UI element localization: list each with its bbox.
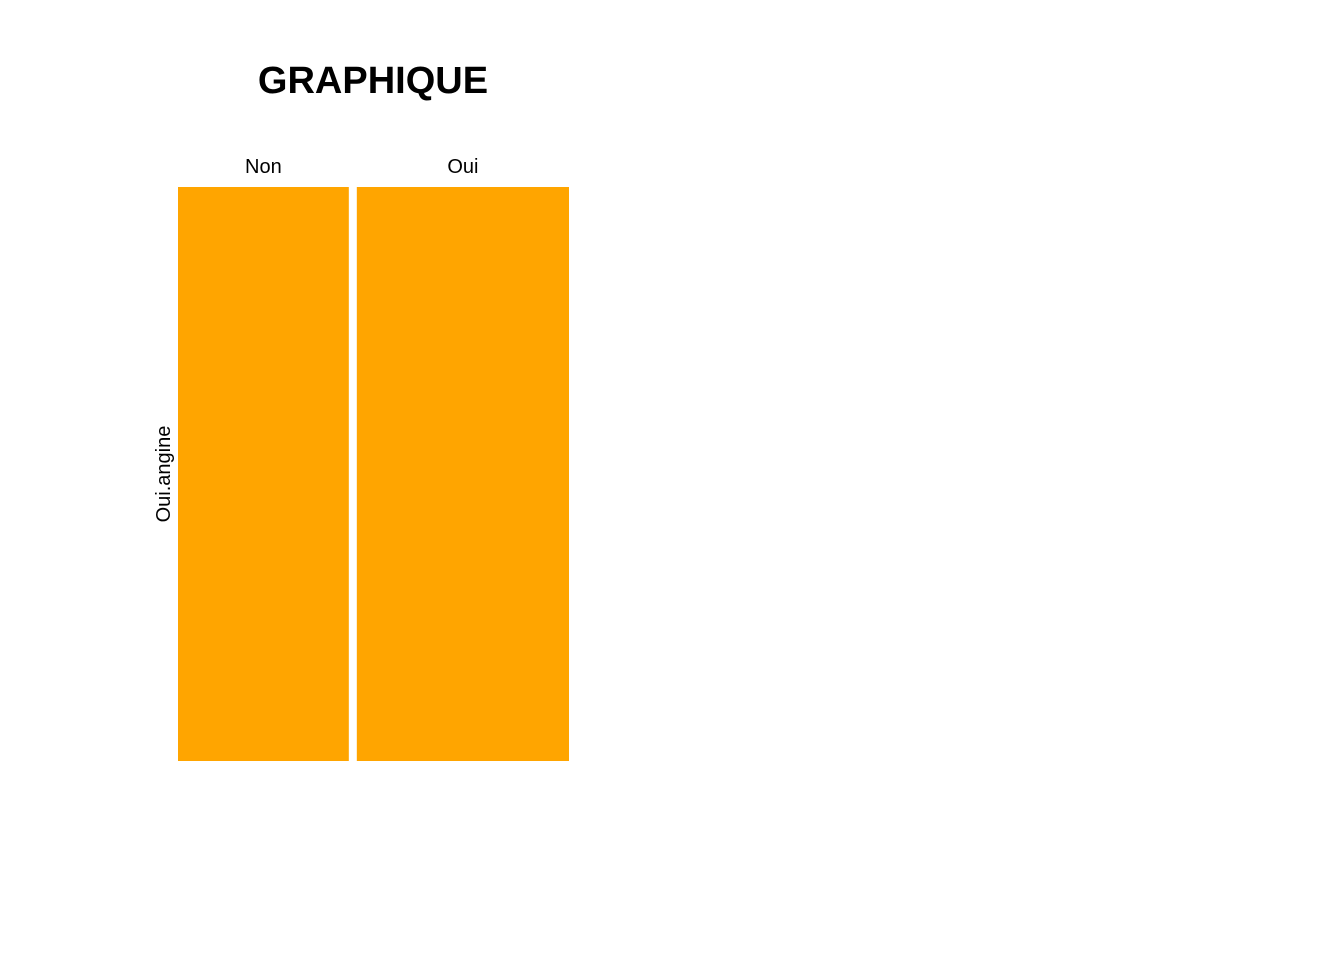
chart-root: GRAPHIQUE Non Oui Oui.angine [0,0,1344,960]
column-label-oui: Oui [447,156,478,178]
row-labels: Oui.angine [153,426,175,523]
mosaic-cell-oui-oui-angine [356,187,569,761]
mosaic-cells [178,187,569,761]
chart-title: GRAPHIQUE [258,60,488,102]
row-label-oui-angine: Oui.angine [153,426,175,523]
mosaic-cell-non-oui-angine [178,187,349,761]
column-label-non: Non [245,156,282,178]
mosaic-chart: GRAPHIQUE Non Oui Oui.angine [153,60,569,761]
column-labels: Non Oui [245,156,478,178]
